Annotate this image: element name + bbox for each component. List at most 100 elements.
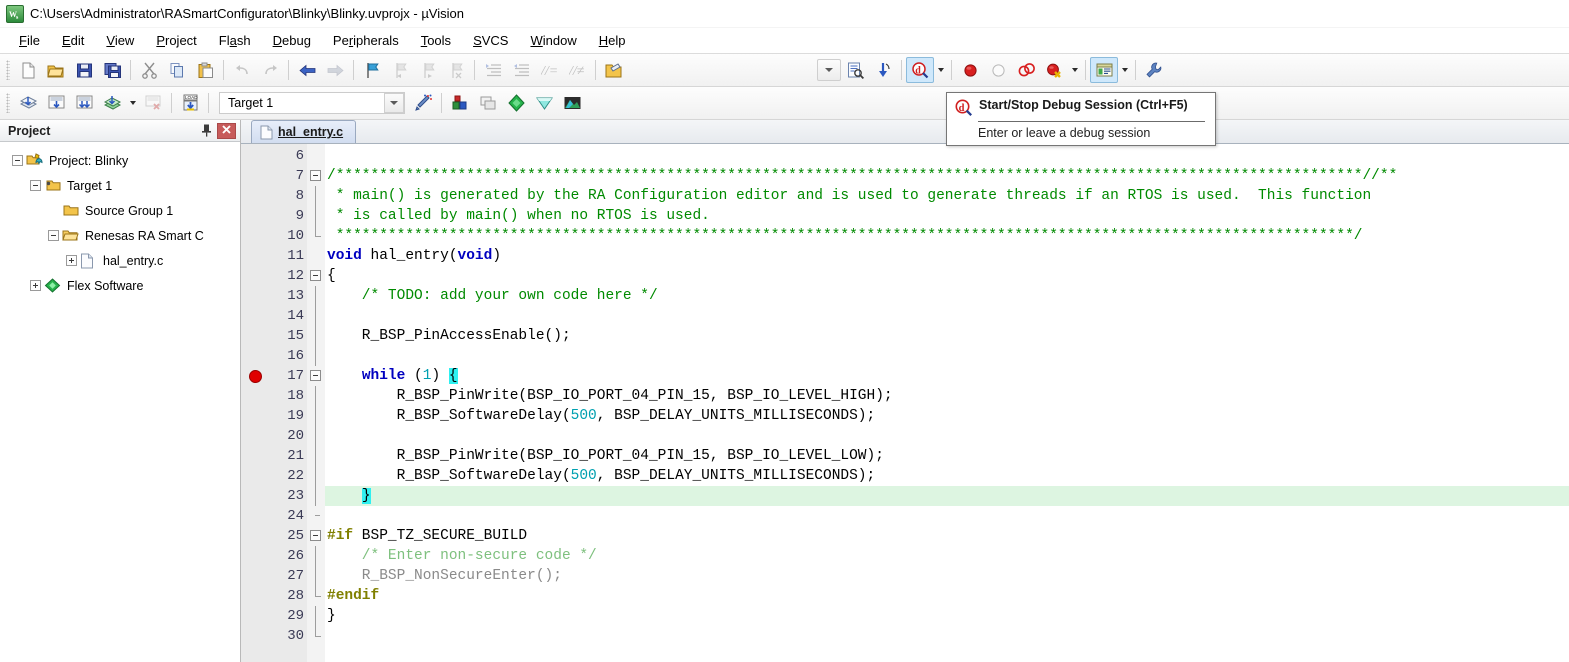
fold-toggle-icon[interactable] [310, 270, 321, 281]
enable-breakpoint-icon[interactable] [984, 57, 1012, 83]
code-line[interactable] [325, 346, 1569, 366]
menu-debug[interactable]: Debug [262, 30, 322, 51]
fold-slot[interactable] [307, 246, 325, 266]
kill-all-breakpoints-icon[interactable] [1040, 57, 1068, 83]
undo-icon[interactable] [228, 57, 256, 83]
dropdown-arrow-icon[interactable] [817, 59, 841, 81]
code-line[interactable]: /* TODO: add your own code here */ [325, 286, 1569, 306]
fold-slot[interactable] [307, 406, 325, 426]
bookmark-prev-icon[interactable] [386, 57, 414, 83]
fold-slot[interactable] [307, 166, 325, 186]
find-in-files-icon[interactable] [841, 57, 869, 83]
fold-slot[interactable] [307, 226, 325, 246]
fold-slot[interactable] [307, 386, 325, 406]
code-editor[interactable]: 6 7 8 9 10 11 12 13 14 15 16 17 18 19 20 21 22 23 24 25 26 27… [241, 144, 1569, 662]
breakpoint-slot[interactable] [241, 566, 273, 586]
tab-hal-entry-c[interactable]: hal_entry.c [251, 120, 357, 143]
rebuild-icon[interactable] [70, 90, 98, 116]
code-line[interactable]: * is called by main() when no RTOS is us… [325, 206, 1569, 226]
manage-rte-icon[interactable] [446, 90, 474, 116]
breakpoint-slot[interactable] [241, 366, 273, 386]
chevron-down-icon[interactable] [384, 93, 404, 113]
fold-slot[interactable] [307, 346, 325, 366]
breakpoint-slot[interactable] [241, 286, 273, 306]
breakpoint-slot[interactable] [241, 506, 273, 526]
breakpoint-slot[interactable] [241, 426, 273, 446]
uncomment-icon[interactable]: //≠ [563, 57, 591, 83]
target-options-wizard-icon[interactable] [409, 90, 437, 116]
configure-target-icon[interactable] [1140, 57, 1168, 83]
open-file-icon[interactable] [42, 57, 70, 83]
configure-icon[interactable] [869, 57, 897, 83]
breakpoint-gutter[interactable] [241, 144, 273, 662]
menu-view[interactable]: View [95, 30, 145, 51]
code-line[interactable]: ****************************************… [325, 226, 1569, 246]
fold-toggle-icon[interactable] [310, 370, 321, 381]
code-line[interactable]: R_BSP_PinWrite(BSP_IO_PORT_04_PIN_15, BS… [325, 386, 1569, 406]
code-line[interactable]: R_BSP_SoftwareDelay(500, BSP_DELAY_UNITS… [325, 466, 1569, 486]
code-line[interactable]: /* Enter non-secure code */ [325, 546, 1569, 566]
tree-item-flex-software[interactable]: Flex Software [0, 273, 240, 298]
breakpoints-dropdown-icon[interactable] [1068, 57, 1081, 83]
expander-icon[interactable] [30, 280, 41, 291]
toolbar-grip[interactable] [6, 60, 10, 80]
disable-all-breakpoints-icon[interactable] [1012, 57, 1040, 83]
fold-slot[interactable] [307, 146, 325, 166]
pack-installer-cyan-icon[interactable] [530, 90, 558, 116]
pushpin-icon[interactable] [197, 122, 215, 140]
code-line[interactable]: while (1) { [325, 366, 1569, 386]
tree-item-target[interactable]: Target 1 [0, 173, 240, 198]
breakpoint-slot[interactable] [241, 486, 273, 506]
breakpoint-slot[interactable] [241, 446, 273, 466]
fold-slot[interactable] [307, 306, 325, 326]
windows-dropdown-icon[interactable] [1118, 57, 1131, 83]
batch-build-icon[interactable] [98, 90, 126, 116]
breakpoint-slot[interactable] [241, 306, 273, 326]
fold-slot[interactable] [307, 286, 325, 306]
tree-item-renesas-ra-smart-configurator[interactable]: Renesas RA Smart C [0, 223, 240, 248]
fold-slot[interactable] [307, 586, 325, 606]
toolbar-grip[interactable] [6, 93, 10, 113]
save-icon[interactable] [70, 57, 98, 83]
menu-project[interactable]: Project [145, 30, 207, 51]
menu-edit[interactable]: Edit [51, 30, 95, 51]
save-all-icon[interactable] [98, 57, 126, 83]
breakpoint-slot[interactable] [241, 626, 273, 646]
code-line[interactable] [325, 306, 1569, 326]
fold-toggle-icon[interactable] [310, 170, 321, 181]
code-line[interactable]: } [325, 606, 1569, 626]
fold-slot[interactable] [307, 626, 325, 646]
fold-slot[interactable] [307, 486, 325, 506]
insert-breakpoint-icon[interactable] [956, 57, 984, 83]
debug-dropdown-icon[interactable] [934, 57, 947, 83]
fold-slot[interactable] [307, 206, 325, 226]
code-line[interactable] [325, 146, 1569, 166]
code-line[interactable]: R_BSP_SoftwareDelay(500, BSP_DELAY_UNITS… [325, 406, 1569, 426]
breakpoint-slot[interactable] [241, 246, 273, 266]
navigate-forward-icon[interactable] [321, 57, 349, 83]
bookmark-next-icon[interactable] [414, 57, 442, 83]
menu-window[interactable]: Window [519, 30, 587, 51]
indent-right-icon[interactable] [479, 57, 507, 83]
fold-slot[interactable] [307, 186, 325, 206]
paste-icon[interactable] [191, 57, 219, 83]
translate-icon[interactable] [14, 90, 42, 116]
expander-icon[interactable] [48, 230, 59, 241]
code-line[interactable]: { [325, 266, 1569, 286]
fold-slot[interactable] [307, 266, 325, 286]
breakpoint-slot[interactable] [241, 606, 273, 626]
open-folder-ext-icon[interactable] [600, 57, 628, 83]
expander-icon[interactable] [30, 180, 41, 191]
breakpoint-slot[interactable] [241, 146, 273, 166]
breakpoint-slot[interactable] [241, 406, 273, 426]
code-fold-gutter[interactable] [307, 144, 325, 662]
breakpoint-slot[interactable] [241, 546, 273, 566]
menu-help[interactable]: Help [588, 30, 637, 51]
breakpoint-slot[interactable] [241, 326, 273, 346]
start-stop-debug-icon[interactable]: d [906, 57, 934, 83]
code-line[interactable]: } [325, 486, 1569, 506]
fold-slot[interactable] [307, 366, 325, 386]
navigate-back-icon[interactable] [293, 57, 321, 83]
fold-slot[interactable] [307, 426, 325, 446]
breakpoint-slot[interactable] [241, 526, 273, 546]
